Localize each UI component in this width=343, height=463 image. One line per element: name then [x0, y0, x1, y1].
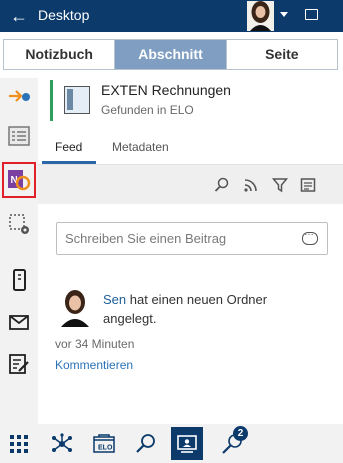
- back-arrow-icon[interactable]: ←: [10, 6, 30, 26]
- apps-grid-icon[interactable]: [7, 432, 31, 456]
- top-bar: ← Desktop: [0, 0, 343, 32]
- post-input-box: [56, 222, 328, 255]
- bottom-search-icon[interactable]: [134, 432, 158, 456]
- details-list-icon[interactable]: [300, 177, 316, 193]
- sidebar-onenote-icon[interactable]: N: [2, 162, 36, 198]
- segmented-control: Notizbuch Abschnitt Seite: [3, 39, 338, 70]
- bottom-nav: ELO 2: [0, 424, 343, 463]
- feed-user-avatar[interactable]: [58, 289, 92, 327]
- feed-timestamp: vor 34 Minuten: [55, 337, 135, 351]
- sidebar-device-icon[interactable]: [3, 264, 35, 296]
- document-accent-bar: [50, 80, 53, 121]
- segment-seite[interactable]: Seite: [227, 40, 337, 69]
- sidebar-list-icon[interactable]: [3, 120, 35, 152]
- segment-abschnitt[interactable]: Abschnitt: [115, 40, 227, 69]
- comment-link[interactable]: Kommentieren: [55, 358, 133, 372]
- feed-toolbar: [38, 165, 343, 204]
- rss-icon[interactable]: [243, 177, 259, 193]
- search-icon[interactable]: [214, 177, 230, 193]
- folder-document-icon: [64, 86, 90, 114]
- sidebar-edit-note-icon[interactable]: [3, 348, 35, 380]
- sidebar-mail-icon[interactable]: [3, 306, 35, 338]
- user-menu-caret-icon[interactable]: [280, 12, 288, 17]
- window-toggle-icon[interactable]: [305, 9, 318, 20]
- tab-active-indicator: [42, 161, 96, 164]
- feed-entry-text: Sen hat einen neuen Ordner angelegt.: [103, 290, 323, 328]
- page-title: Desktop: [38, 7, 90, 23]
- comment-icon[interactable]: [302, 227, 318, 245]
- feed-user-link[interactable]: Sen: [103, 292, 126, 307]
- post-input[interactable]: [63, 230, 297, 247]
- tab-feed[interactable]: Feed: [55, 140, 82, 154]
- segment-notizbuch[interactable]: Notizbuch: [4, 40, 116, 69]
- tab-metadaten[interactable]: Metadaten: [112, 140, 169, 154]
- elo-repository-icon[interactable]: ELO: [92, 432, 116, 456]
- detail-tabs: Feed Metadaten: [38, 136, 343, 165]
- document-name: EXTEN Rechnungen: [101, 82, 231, 98]
- notification-badge: 2: [233, 426, 248, 441]
- document-subtitle: Gefunden in ELO: [101, 103, 194, 117]
- filter-icon[interactable]: [272, 177, 288, 193]
- svg-text:ELO: ELO: [98, 445, 113, 452]
- left-sidebar: N: [0, 78, 38, 424]
- main-panel: EXTEN Rechnungen Gefunden in ELO Feed Me…: [38, 78, 343, 424]
- sidebar-selection-settings-icon[interactable]: [3, 208, 35, 240]
- network-icon[interactable]: [50, 432, 74, 456]
- user-avatar[interactable]: [247, 1, 274, 31]
- sidebar-arrow-to-dot-icon[interactable]: [3, 80, 35, 112]
- feed-entry-message: hat einen neuen Ordner angelegt.: [103, 292, 268, 326]
- desktop-tab-icon[interactable]: [171, 427, 203, 460]
